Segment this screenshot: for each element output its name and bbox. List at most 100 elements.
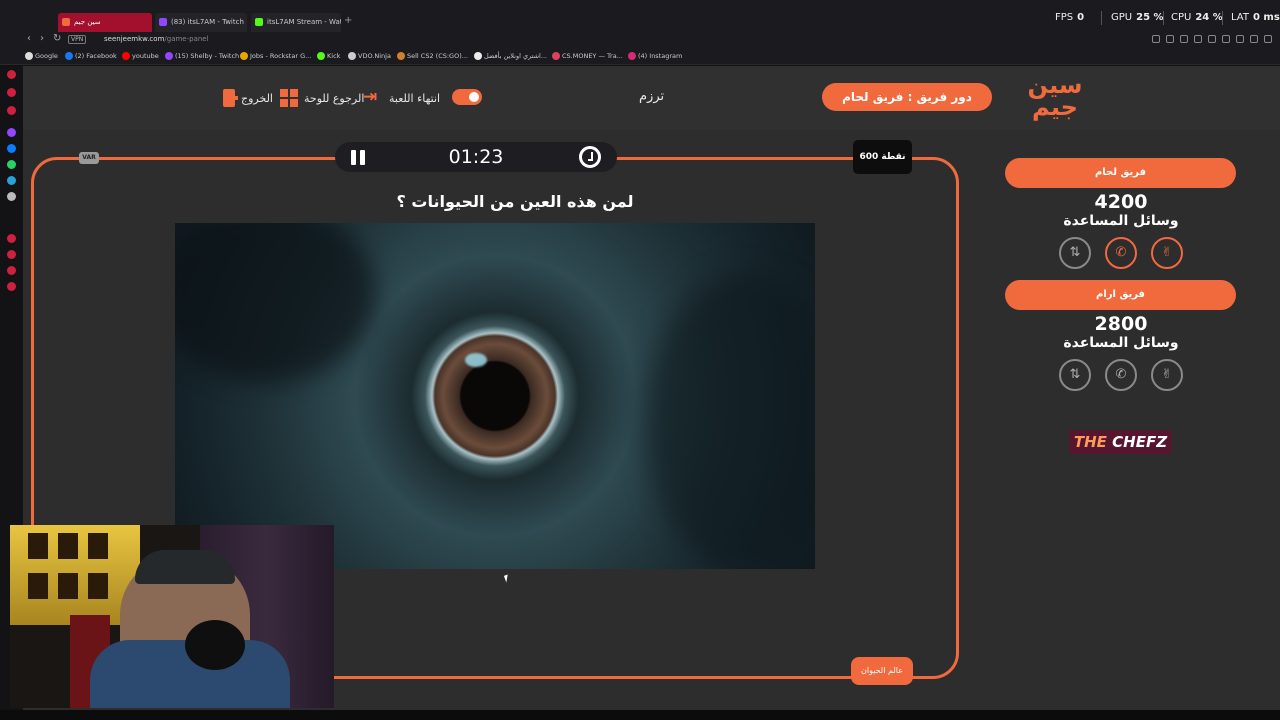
bookmark-sell-cs2[interactable]: Sell CS2 (CS:GO)...: [397, 52, 468, 60]
var-button[interactable]: VAR: [79, 152, 99, 164]
back-to-board-label: الرجوع للوحة: [304, 91, 365, 105]
end-game-label: انتهاء اللعبة: [389, 91, 441, 105]
sidebar-icon[interactable]: [7, 106, 16, 115]
forward-icon[interactable]: ›: [40, 33, 44, 44]
pause-icon: [351, 150, 356, 165]
bookmark-kick[interactable]: Kick: [317, 52, 340, 60]
sidebar-icon[interactable]: [7, 234, 16, 243]
sidebar-icon[interactable]: [7, 266, 16, 275]
tab-kick[interactable]: itsL7AM Stream - Watch L: [251, 13, 341, 32]
timer-bar: 01:23: [335, 142, 617, 172]
team-score: 4200: [1094, 191, 1148, 213]
bottom-strip: [0, 710, 1280, 720]
cpu-readout: CPU 24 %: [1171, 12, 1223, 23]
x-icon[interactable]: [7, 192, 16, 201]
browser-tab-bar: سين جيم (83) itsL7AM - Twitch itsL7AM St…: [0, 0, 1280, 32]
address-bar: ‹ › ↻ VPN seenjeemkw.com/game-panel: [0, 32, 1280, 48]
helpers-label: وسائل المساعدة: [1063, 213, 1179, 229]
back-to-board-button[interactable]: الرجوع للوحة: [280, 88, 364, 108]
end-game-button[interactable]: ⇥ انتهاء اللعبة: [363, 88, 440, 108]
bookmark-twitch[interactable]: (15) Shelby - Twitch: [165, 52, 239, 60]
team-name: فريق ارام: [1005, 280, 1236, 310]
whatsapp-icon[interactable]: [7, 160, 16, 169]
sidebar-icon[interactable]: [7, 250, 16, 259]
url-field[interactable]: seenjeemkw.com/game-panel: [104, 35, 209, 43]
bookmark-facebook[interactable]: (2) Facebook: [65, 52, 117, 60]
team-card-1: فريق لحام 4200 وسائل المساعدة ⇅ ✆ ✌: [1005, 158, 1237, 269]
tab-label: سين جيم: [74, 18, 101, 26]
divider: [1222, 11, 1223, 25]
pause-icon: [360, 150, 365, 165]
tab-seenjeem[interactable]: سين جيم: [58, 13, 152, 32]
team-score: 2800: [1094, 313, 1148, 335]
webcam-overlay: [10, 525, 334, 708]
exit-icon: [223, 89, 238, 107]
helpers-row: ⇅ ✆ ✌: [1005, 237, 1237, 269]
seenjeem-logo: سين جيم: [1027, 71, 1084, 121]
extension-icon[interactable]: [1250, 35, 1258, 43]
extension-icons: [1152, 35, 1272, 43]
tab-label: (83) itsL7AM - Twitch: [171, 18, 244, 26]
game-header: الخروج الرجوع للوحة ⇥ انتهاء اللعبة ترزم…: [23, 66, 1280, 130]
twitch-icon[interactable]: [7, 128, 16, 137]
sidebar-icon[interactable]: [7, 88, 16, 97]
team-card-2: فريق ارام 2800 وسائل المساعدة ⇅ ✆ ✌: [1005, 280, 1237, 391]
extension-icon[interactable]: [1222, 35, 1230, 43]
microphone: [185, 620, 245, 670]
fps-readout: FPS 0: [1055, 12, 1085, 23]
bookmarks-bar: Google (2) Facebook youtube (15) Shelby …: [0, 48, 1280, 65]
tab-twitch[interactable]: (83) itsL7AM - Twitch: [155, 13, 247, 32]
new-tab-button[interactable]: +: [344, 15, 352, 26]
reset-timer-button[interactable]: [579, 146, 601, 168]
tab-label: itsL7AM Stream - Watch L: [267, 18, 341, 26]
divider: [1163, 11, 1164, 25]
menu-icon[interactable]: [1264, 35, 1272, 43]
swap-helper-icon[interactable]: ⇅: [1059, 359, 1091, 391]
exit-label: الخروج: [241, 91, 273, 105]
victory-hand-icon[interactable]: ✌: [1151, 359, 1183, 391]
helpers-row: ⇅ ✆ ✌: [1005, 359, 1237, 391]
reload-icon[interactable]: ↻: [53, 33, 61, 44]
extension-icon[interactable]: [1194, 35, 1202, 43]
pause-button[interactable]: [351, 150, 365, 165]
messenger-icon[interactable]: [7, 144, 16, 153]
extension-icon[interactable]: [1166, 35, 1174, 43]
timer-display: 01:23: [448, 146, 504, 168]
vpn-badge[interactable]: VPN: [68, 35, 87, 44]
bookmark-vdoninja[interactable]: VDO.Ninja: [348, 52, 391, 60]
swap-helper-icon[interactable]: ⇅: [1059, 237, 1091, 269]
phone-helper-icon[interactable]: ✆: [1105, 237, 1137, 269]
extension-icon[interactable]: [1236, 35, 1244, 43]
bookmark-youtube[interactable]: youtube: [122, 52, 159, 60]
phone-helper-icon[interactable]: ✆: [1105, 359, 1137, 391]
extension-icon[interactable]: [1180, 35, 1188, 43]
gpu-readout: GPU 25 %: [1111, 12, 1164, 23]
exit-button[interactable]: الخروج: [223, 88, 273, 108]
category-badge: عالم الحيوان: [851, 657, 913, 685]
bookmark-shop[interactable]: اشتري اونلاين بأفضل...: [474, 52, 547, 60]
question-text: لمن هذه العين من الحيوانات ؟: [396, 192, 634, 211]
site-icon: [62, 18, 70, 26]
question-image: [175, 223, 815, 569]
player-name: ترزم: [639, 89, 665, 104]
back-icon[interactable]: ‹: [27, 33, 31, 44]
toggle-switch[interactable]: [452, 89, 482, 105]
sidebar-icon[interactable]: [7, 70, 16, 79]
telegram-icon[interactable]: [7, 176, 16, 185]
grid-icon: [280, 89, 298, 107]
lat-readout: LAT 0 ms: [1231, 12, 1280, 23]
twitch-icon: [159, 18, 167, 26]
victory-hand-icon[interactable]: ✌: [1151, 237, 1183, 269]
settings-icon[interactable]: [7, 282, 16, 291]
the-chefz-logo: THE CHEFZ: [1069, 430, 1172, 454]
bookmark-rockstar[interactable]: Jobs - Rockstar G...: [240, 52, 311, 60]
bookmark-google[interactable]: Google: [25, 52, 58, 60]
extension-icon[interactable]: [1152, 35, 1160, 43]
bookmark-csmoney[interactable]: CS.MONEY — Tra...: [552, 52, 623, 60]
turn-indicator: دور فريق : فريق لحام: [822, 83, 992, 111]
bookmark-instagram[interactable]: (4) Instagram: [628, 52, 682, 60]
team-name: فريق لحام: [1005, 158, 1236, 188]
kick-icon: [255, 18, 263, 26]
divider: [1101, 11, 1102, 25]
extension-icon[interactable]: [1208, 35, 1216, 43]
